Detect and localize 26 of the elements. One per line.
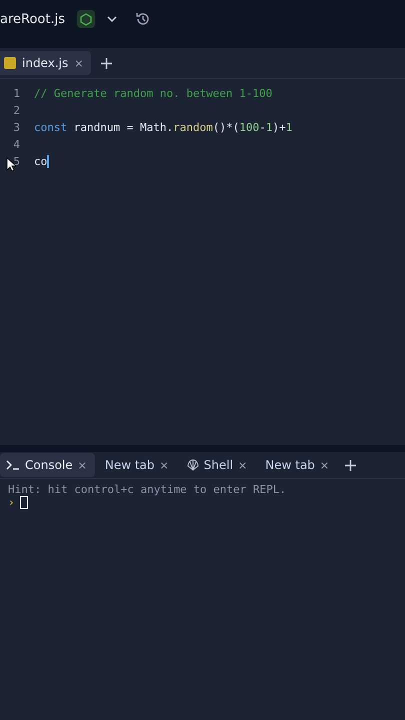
- file-tab[interactable]: index.js ×: [0, 51, 92, 75]
- line-number: 1: [12, 87, 20, 100]
- add-tab-icon[interactable]: [345, 460, 356, 470]
- console-tab[interactable]: New tab ×: [98, 453, 177, 477]
- prompt-symbol: ›: [8, 496, 15, 509]
- terminal-icon: [6, 460, 20, 470]
- line-number: 5: [12, 155, 20, 168]
- console-hint: Hint: hit control+c anytime to enter REPL.: [8, 483, 288, 496]
- chevron-icon[interactable]: [107, 16, 117, 22]
- line-number: 3: [12, 121, 20, 134]
- console-tab[interactable]: Console ×: [0, 453, 95, 477]
- line-number: 2: [12, 104, 20, 117]
- text-caret: [47, 155, 49, 168]
- code-line: const randnum = Math.random()*(100-1)+1: [34, 121, 292, 134]
- history-icon[interactable]: [135, 11, 151, 27]
- code-line: co: [34, 154, 49, 168]
- file-name: areRoot.js: [0, 12, 65, 26]
- console-tab[interactable]: New tab ×: [259, 453, 338, 477]
- mouse-pointer-icon: [6, 157, 16, 172]
- add-tab-icon[interactable]: [101, 58, 112, 68]
- code-line: // Generate random no. between 1-100: [34, 87, 272, 100]
- shell-icon: [186, 459, 199, 471]
- terminal-cursor: [20, 496, 28, 509]
- js-file-icon: [4, 57, 16, 69]
- line-number: 4: [12, 138, 20, 151]
- console-tab[interactable]: Shell ×: [180, 453, 256, 477]
